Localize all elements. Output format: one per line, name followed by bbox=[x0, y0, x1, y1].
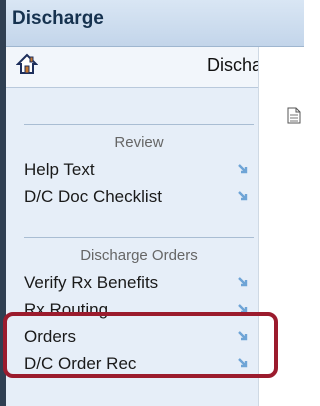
nav-item-label: Help Text bbox=[24, 160, 95, 179]
nav-item-help-text[interactable]: Help Text bbox=[24, 156, 254, 183]
header-bar: Discharge bbox=[6, 0, 304, 47]
nav-item-verify-rx-benefits[interactable]: Verify Rx Benefits bbox=[24, 269, 254, 296]
nav-item-label: D/C Doc Checklist bbox=[24, 187, 162, 206]
pane-toolbar: Discharge bbox=[6, 47, 288, 88]
section-heading: Review bbox=[114, 134, 164, 151]
nav-item-label: Verify Rx Benefits bbox=[24, 273, 159, 292]
highlight-annotation bbox=[3, 312, 278, 378]
section-heading: Discharge Orders bbox=[80, 247, 198, 264]
nav-item-dc-doc-checklist[interactable]: D/C Doc Checklist bbox=[24, 183, 254, 210]
arrow-down-right-icon bbox=[238, 277, 248, 287]
section-review: Review Help Text D/C Doc Checklist bbox=[24, 124, 254, 210]
arrow-down-right-icon bbox=[238, 191, 248, 201]
document-icon[interactable] bbox=[287, 107, 301, 124]
home-icon[interactable] bbox=[16, 53, 38, 75]
arrow-down-right-icon bbox=[238, 164, 248, 174]
page-title: Discharge bbox=[12, 8, 104, 29]
